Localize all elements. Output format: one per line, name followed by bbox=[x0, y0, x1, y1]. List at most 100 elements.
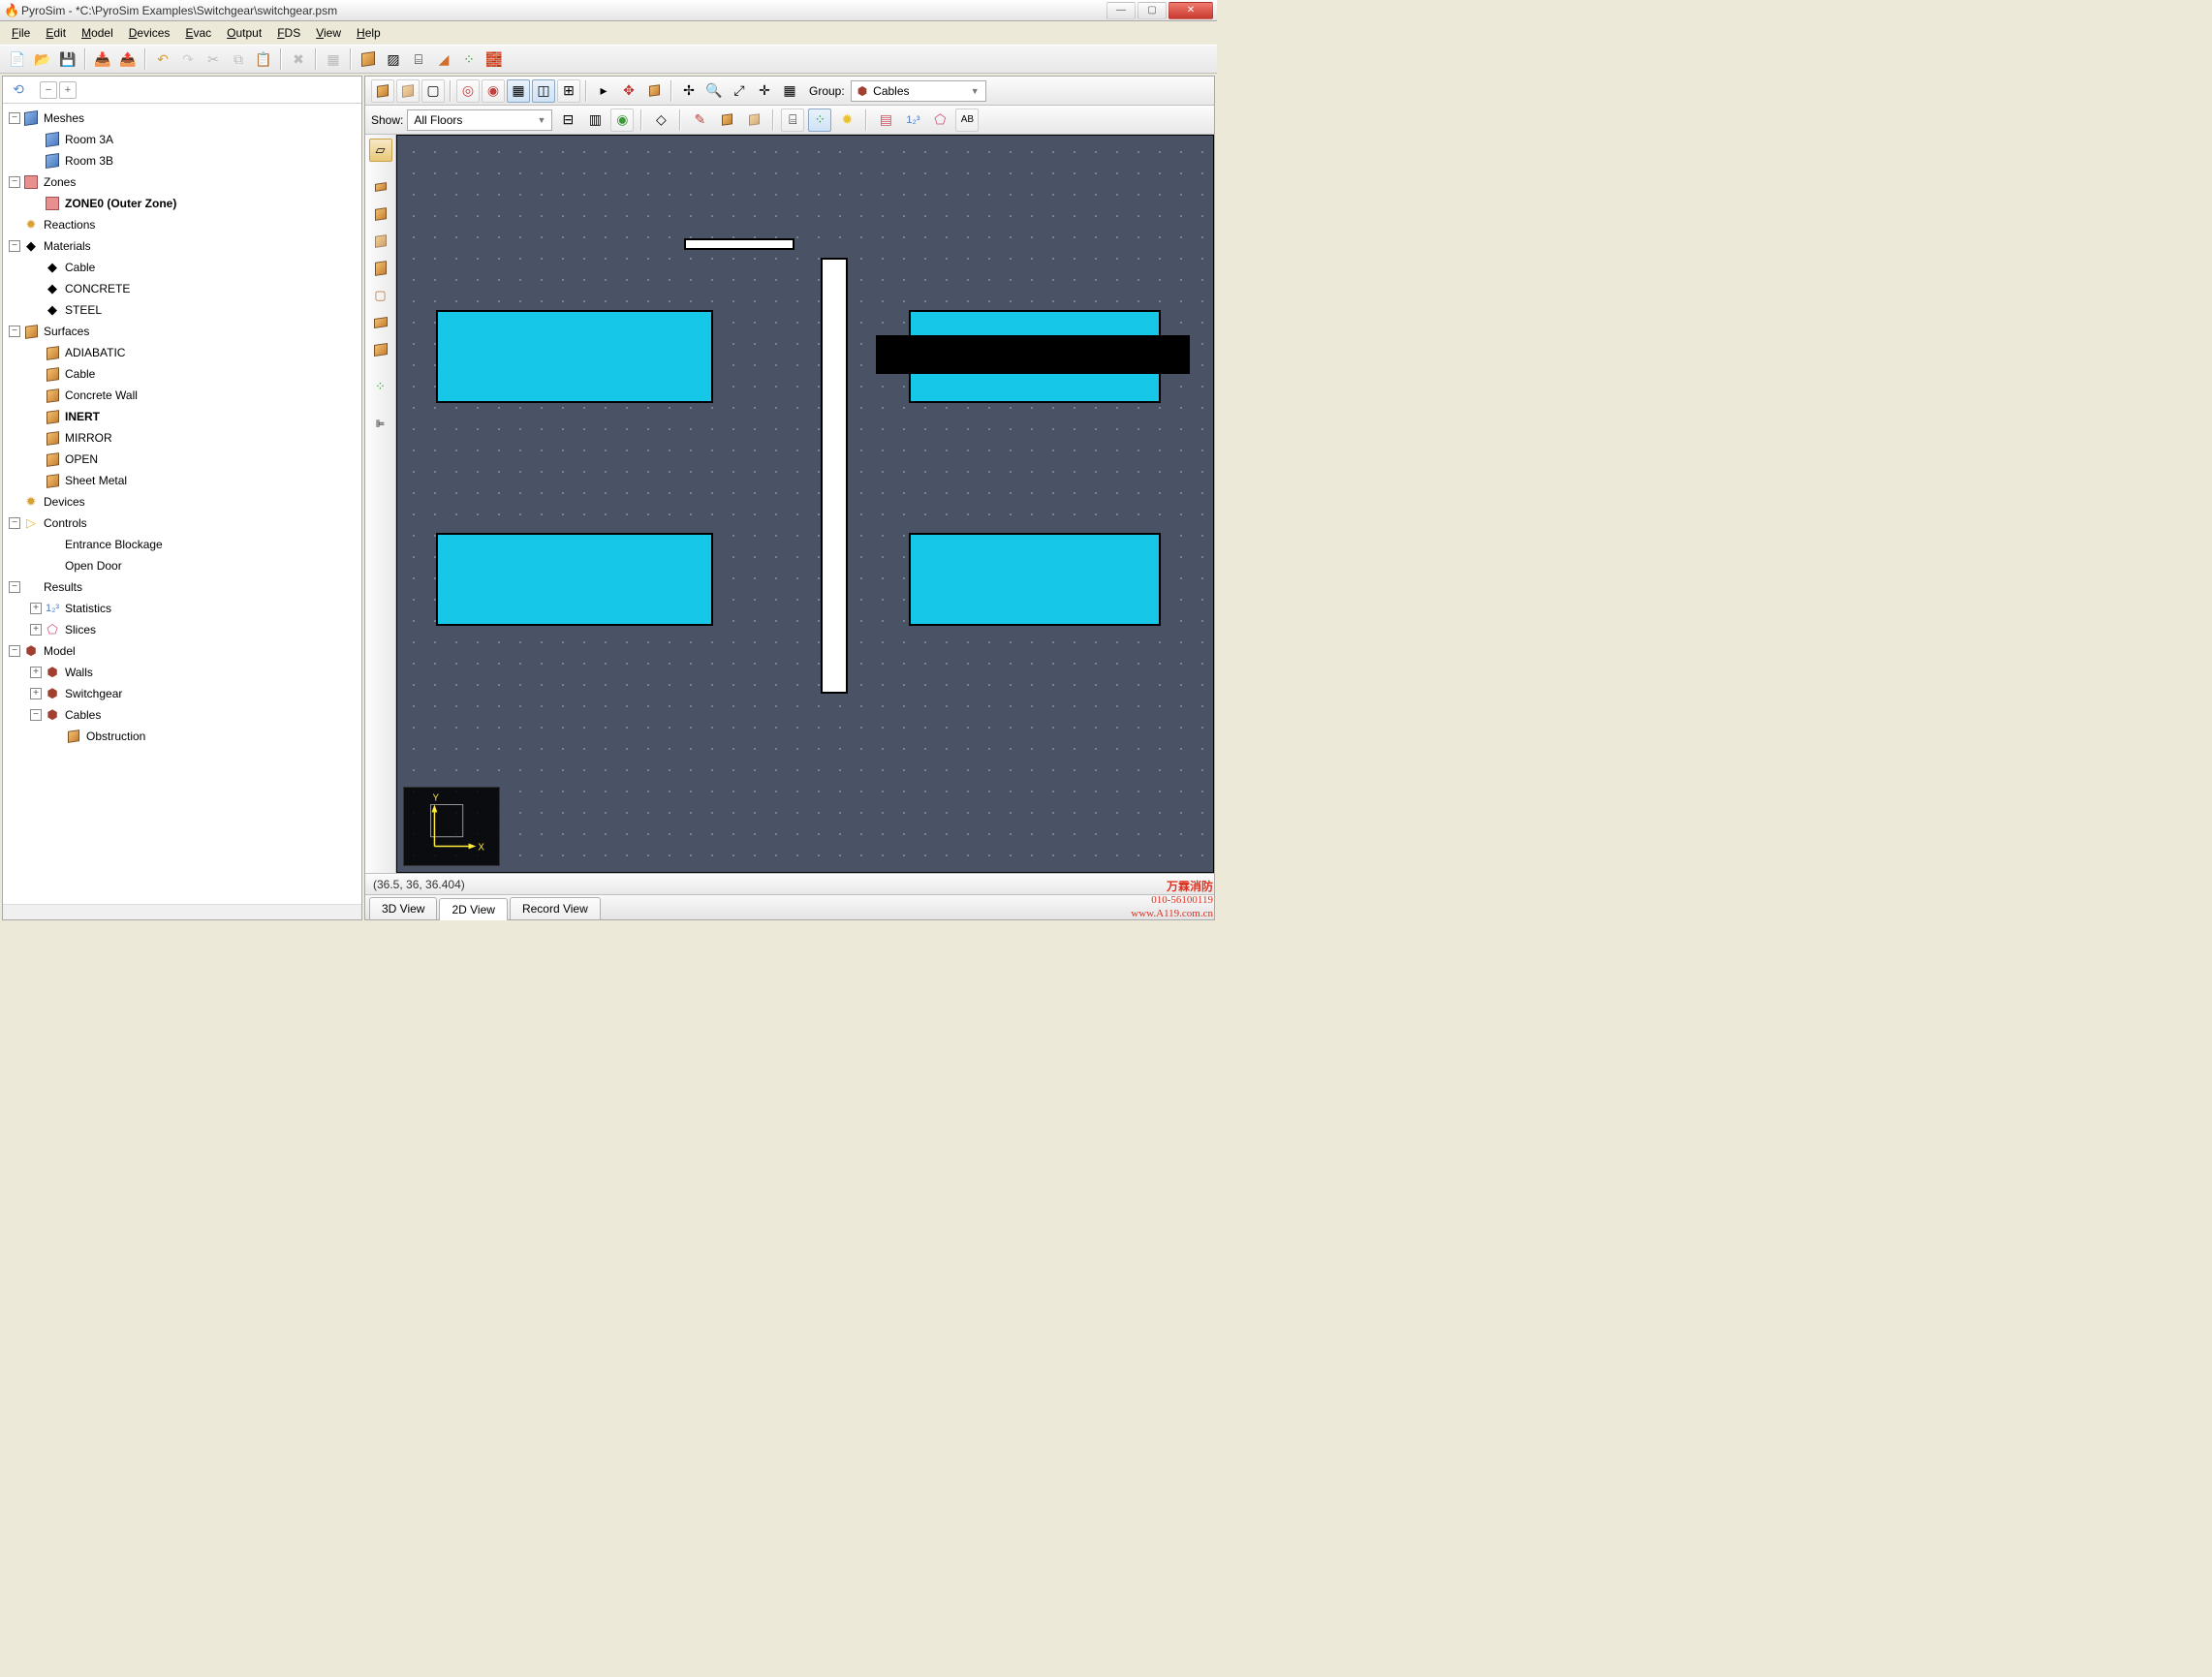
close-button[interactable]: ✕ bbox=[1168, 2, 1213, 19]
open-button[interactable]: 📂 bbox=[31, 47, 54, 71]
maximize-button[interactable]: ▢ bbox=[1137, 2, 1167, 19]
tree-item-slices[interactable]: +⬠Slices bbox=[3, 619, 361, 640]
tree-item-concrete-wall[interactable]: Concrete Wall bbox=[3, 385, 361, 406]
tree-item-materials[interactable]: −◆Materials bbox=[3, 235, 361, 257]
model-tree[interactable]: −MeshesRoom 3ARoom 3B−ZonesZONE0 (Outer … bbox=[3, 104, 361, 904]
collapse-all-button[interactable]: − bbox=[40, 81, 57, 99]
expander-icon[interactable]: + bbox=[30, 688, 42, 699]
save-button[interactable]: 💾 bbox=[56, 47, 79, 71]
canvas-area[interactable]: Y X bbox=[396, 135, 1214, 873]
select-icon[interactable]: ▸ bbox=[592, 79, 615, 103]
move-icon[interactable]: ✢ bbox=[677, 79, 701, 103]
zoom-icon[interactable]: 🔍 bbox=[702, 79, 726, 103]
undo-button[interactable]: ↶ bbox=[151, 47, 174, 71]
expander-icon[interactable]: + bbox=[30, 624, 42, 636]
view-tool-h[interactable]: ⌸ bbox=[781, 109, 804, 132]
view-tool-g[interactable] bbox=[742, 109, 765, 132]
expander-icon[interactable]: + bbox=[30, 603, 42, 614]
tree-item-obstruction[interactable]: Obstruction bbox=[3, 726, 361, 747]
tree-item-room-3a[interactable]: Room 3A bbox=[3, 129, 361, 150]
pal-1[interactable] bbox=[369, 175, 392, 199]
view-tool-a[interactable]: ⊟ bbox=[556, 109, 579, 132]
pal-3[interactable] bbox=[369, 230, 392, 253]
door-top[interactable] bbox=[684, 238, 794, 250]
tree-item-cables[interactable]: −⬢Cables bbox=[3, 704, 361, 726]
tab-3d-view[interactable]: 3D View bbox=[369, 897, 437, 919]
tree-item-concrete[interactable]: ◆CONCRETE bbox=[3, 278, 361, 299]
tree-item-statistics[interactable]: +1₂³Statistics bbox=[3, 598, 361, 619]
redo-button[interactable]: ↷ bbox=[176, 47, 200, 71]
tree-item-sheet-metal[interactable]: Sheet Metal bbox=[3, 470, 361, 491]
expander-icon[interactable]: − bbox=[9, 112, 20, 124]
menu-help[interactable]: Help bbox=[349, 24, 389, 42]
expander-icon[interactable]: − bbox=[9, 517, 20, 529]
tree-item-inert[interactable]: INERT bbox=[3, 406, 361, 427]
box-button[interactable] bbox=[357, 47, 380, 71]
new-button[interactable]: 📄 bbox=[6, 47, 29, 71]
menu-devices[interactable]: Devices bbox=[121, 24, 178, 42]
paint-button[interactable]: ◢ bbox=[432, 47, 455, 71]
view-tool-j[interactable]: ✹ bbox=[835, 109, 858, 132]
zoom-fit-icon[interactable]: ⤢ bbox=[728, 79, 751, 103]
tree-item-reactions[interactable]: ✹Reactions bbox=[3, 214, 361, 235]
menu-file[interactable]: File bbox=[4, 24, 38, 42]
tree-item-open-door[interactable]: Open Door bbox=[3, 555, 361, 576]
expander-icon[interactable]: − bbox=[9, 176, 20, 188]
tree-item-room-3b[interactable]: Room 3B bbox=[3, 150, 361, 171]
view-tool-n[interactable]: AB bbox=[955, 109, 979, 132]
render-2-icon[interactable]: ◉ bbox=[482, 79, 505, 103]
view-tool-e[interactable]: ✎ bbox=[688, 109, 711, 132]
link-icon[interactable]: ⟲ bbox=[7, 78, 30, 102]
render-3-icon[interactable]: ▦ bbox=[507, 79, 530, 103]
menu-edit[interactable]: Edit bbox=[38, 24, 74, 42]
view-tool-b[interactable]: ▥ bbox=[583, 109, 607, 132]
expander-icon[interactable]: − bbox=[9, 240, 20, 252]
pal-4[interactable] bbox=[369, 257, 392, 280]
view-tool-c[interactable]: ◉ bbox=[610, 109, 634, 132]
menu-model[interactable]: Model bbox=[74, 24, 121, 42]
tree-item-zones[interactable]: −Zones bbox=[3, 171, 361, 193]
pal-slab[interactable]: ▱ bbox=[369, 139, 392, 162]
switchgear-tl[interactable] bbox=[436, 310, 713, 403]
switchgear-br[interactable] bbox=[909, 533, 1161, 626]
view-tool-i[interactable]: ⁘ bbox=[808, 109, 831, 132]
expander-icon[interactable]: − bbox=[30, 709, 42, 721]
tree-item-devices[interactable]: ✹Devices bbox=[3, 491, 361, 512]
pal-7[interactable] bbox=[369, 338, 392, 361]
tree-item-open[interactable]: OPEN bbox=[3, 449, 361, 470]
pan-icon[interactable] bbox=[642, 79, 666, 103]
tree-item-steel[interactable]: ◆STEEL bbox=[3, 299, 361, 321]
group-select[interactable]: ⬢ Cables ▼ bbox=[851, 80, 986, 102]
tree-item-model[interactable]: −⬢Model bbox=[3, 640, 361, 662]
props-button[interactable]: ⌸ bbox=[407, 47, 430, 71]
pal-8[interactable]: ⁘ bbox=[369, 375, 392, 398]
view-persp-icon[interactable] bbox=[371, 79, 394, 103]
tab-2d-view[interactable]: 2D View bbox=[439, 898, 507, 920]
expander-icon[interactable]: − bbox=[9, 326, 20, 337]
tab-record-view[interactable]: Record View bbox=[510, 897, 601, 919]
pal-2[interactable] bbox=[369, 202, 392, 226]
tree-item-zone0-outer-zone-[interactable]: ZONE0 (Outer Zone) bbox=[3, 193, 361, 214]
view-ortho-icon[interactable] bbox=[396, 79, 420, 103]
cut-button[interactable]: ✂ bbox=[202, 47, 225, 71]
bricks-button[interactable]: 🧱 bbox=[483, 47, 506, 71]
render-5-icon[interactable]: ⊞ bbox=[557, 79, 580, 103]
tree-item-meshes[interactable]: −Meshes bbox=[3, 108, 361, 129]
view-tool-d[interactable]: ◇ bbox=[649, 109, 672, 132]
floor-select[interactable]: All Floors ▼ bbox=[407, 109, 552, 131]
copy-button[interactable]: ⧉ bbox=[227, 47, 250, 71]
tree-item-walls[interactable]: +⬢Walls bbox=[3, 662, 361, 683]
menu-view[interactable]: View bbox=[308, 24, 349, 42]
tree-item-surfaces[interactable]: −Surfaces bbox=[3, 321, 361, 342]
pal-5[interactable]: ▢ bbox=[369, 284, 392, 307]
cable-obstruction[interactable] bbox=[876, 335, 1190, 374]
dots-button[interactable]: ⁘ bbox=[457, 47, 481, 71]
drawing-canvas[interactable]: Y X bbox=[396, 135, 1214, 873]
tree-item-cable[interactable]: Cable bbox=[3, 363, 361, 385]
render-1-icon[interactable]: ◎ bbox=[456, 79, 480, 103]
switchgear-bl[interactable] bbox=[436, 533, 713, 626]
export-button[interactable]: 📤 bbox=[116, 47, 140, 71]
tree-item-entrance-blockage[interactable]: Entrance Blockage bbox=[3, 534, 361, 555]
tree-item-cable[interactable]: ◆Cable bbox=[3, 257, 361, 278]
expand-all-button[interactable]: + bbox=[59, 81, 77, 99]
